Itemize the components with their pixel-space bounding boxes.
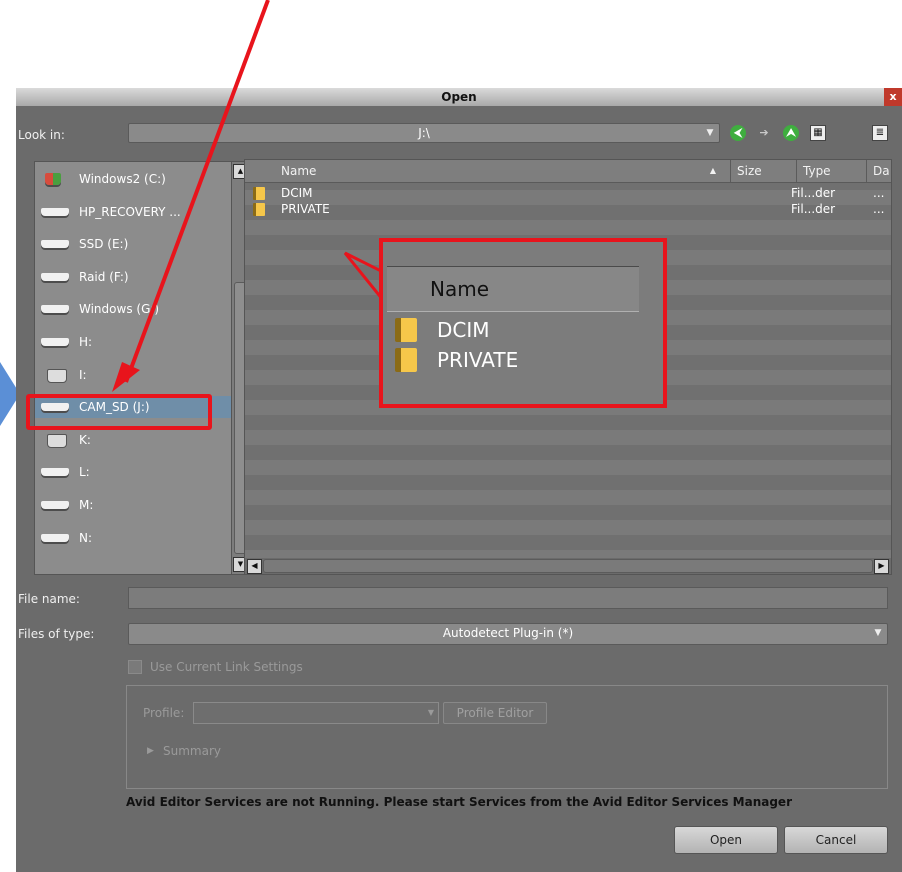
drive-label: I:: [79, 367, 87, 382]
cancel-button[interactable]: Cancel: [784, 826, 888, 854]
summary-expand-icon[interactable]: ▶: [147, 746, 154, 756]
look-in-label: Look in:: [18, 128, 65, 142]
zoom-inset: Name DCIM PRIVATE: [379, 238, 667, 408]
sort-ascending-icon: ▲: [709, 166, 716, 175]
folder-icon: [395, 318, 417, 342]
summary-label[interactable]: Summary: [163, 744, 221, 758]
drive-label: Windows2 (C:): [79, 172, 166, 186]
drive-item[interactable]: Windows2 (C:): [35, 168, 231, 190]
file-list-header: Name ▲ Size Type Da: [245, 160, 891, 183]
file-name-label: File name:: [18, 592, 80, 606]
file-list-hscrollbar[interactable]: ◀ ▶: [245, 558, 891, 574]
zoom-inset-row-label: PRIVATE: [437, 348, 519, 372]
open-button[interactable]: Open: [674, 826, 778, 854]
drive-label: L:: [79, 465, 90, 480]
hard-drive-icon: [41, 240, 69, 249]
up-folder-icon[interactable]: ⮝: [783, 125, 799, 141]
details-view-icon[interactable]: ≣: [872, 125, 888, 141]
drive-label: N:: [79, 530, 93, 545]
drive-item[interactable]: M:: [35, 494, 231, 516]
profile-editor-button[interactable]: Profile Editor: [443, 702, 547, 724]
hard-drive-icon: [41, 305, 69, 314]
file-type: Fil...der: [791, 202, 836, 216]
hard-drive-icon: [41, 501, 69, 509]
icon-view-icon[interactable]: ▦: [810, 125, 826, 141]
network-drive-icon: [47, 368, 67, 383]
file-name: PRIVATE: [281, 202, 330, 216]
column-size[interactable]: Size: [731, 160, 797, 182]
dialog-title: Open: [441, 90, 477, 104]
drive-label: Raid (F:): [79, 269, 129, 284]
scroll-thumb[interactable]: [263, 559, 873, 573]
profile-dropdown[interactable]: ▼: [193, 702, 439, 724]
file-date: ...: [873, 202, 885, 216]
chevron-down-icon: ▼: [706, 128, 714, 138]
network-drive-icon: [47, 433, 67, 448]
status-message: Avid Editor Services are not Running. Pl…: [126, 795, 792, 809]
chevron-down-icon: ▼: [427, 708, 434, 717]
look-in-value: J:\: [418, 126, 430, 140]
drive-item[interactable]: L:: [35, 461, 231, 483]
zoom-inset-row: DCIM: [391, 316, 641, 346]
hard-drive-icon: [41, 338, 69, 346]
zoom-inset-row: PRIVATE: [391, 346, 641, 376]
folder-icon: [253, 203, 265, 216]
hard-drive-icon: [41, 533, 69, 542]
drive-label: SSD (E:): [79, 237, 129, 252]
scroll-right-button[interactable]: ▶: [874, 559, 889, 574]
look-in-dropdown[interactable]: J:\ ▼: [128, 123, 720, 143]
link-settings-group: Profile: ▼ Profile Editor ▶ Summary: [126, 685, 888, 789]
files-of-type-value: Autodetect Plug-in (*): [442, 626, 574, 640]
drive-item[interactable]: N:: [35, 527, 231, 549]
column-name-label: Name: [281, 164, 317, 178]
drive-label: K:: [79, 432, 91, 447]
drive-item[interactable]: Windows (G:): [35, 298, 231, 320]
hard-drive-icon: [41, 272, 69, 281]
column-name[interactable]: Name ▲: [245, 160, 731, 182]
drive-item[interactable]: K:: [35, 429, 231, 451]
drive-label: HP_RECOVERY ...: [79, 204, 181, 219]
zoom-inset-header-label: Name: [430, 277, 490, 301]
hard-drive-icon: [41, 207, 69, 216]
drive-label: Windows (G:): [79, 302, 160, 317]
back-icon[interactable]: ⮜: [730, 125, 746, 141]
file-type: Fil...der: [791, 186, 836, 200]
hard-drive-icon: [41, 468, 69, 477]
folder-icon: [395, 348, 417, 372]
column-type[interactable]: Type: [797, 160, 867, 182]
close-button[interactable]: x: [884, 88, 902, 106]
files-of-type-dropdown[interactable]: Autodetect Plug-in (*) ▼: [128, 623, 888, 645]
use-current-link-settings-checkbox[interactable]: [128, 660, 142, 674]
use-current-link-settings-label: Use Current Link Settings: [150, 660, 303, 674]
drive-item[interactable]: H:: [35, 331, 231, 353]
scroll-left-button[interactable]: ◀: [247, 559, 262, 574]
folder-icon: [253, 187, 265, 200]
file-row[interactable]: DCIM Fil...der...: [245, 186, 885, 201]
title-bar: Open x: [16, 88, 902, 106]
profile-label: Profile:: [143, 706, 185, 720]
file-row[interactable]: PRIVATE Fil...der...: [245, 202, 885, 217]
file-date: ...: [873, 186, 885, 200]
drive-item[interactable]: SSD (E:): [35, 233, 231, 255]
drive-item[interactable]: HP_RECOVERY ...: [35, 201, 231, 223]
zoom-inset-header: Name: [387, 266, 639, 312]
file-name: DCIM: [281, 186, 313, 200]
windows-drive-icon: [45, 173, 61, 185]
drive-item[interactable]: Raid (F:): [35, 266, 231, 288]
drive-highlight-annotation: [26, 394, 212, 430]
drive-label: H:: [79, 335, 93, 349]
drive-list: Windows2 (C:) HP_RECOVERY ... SSD (E:) Raid…: [34, 161, 248, 575]
zoom-inset-row-label: DCIM: [437, 318, 490, 342]
files-of-type-label: Files of type:: [18, 627, 95, 641]
drive-label: M:: [79, 498, 94, 512]
drive-item[interactable]: I:: [35, 364, 231, 386]
open-dialog: Open x Look in: J:\ ▼ ⮜ ➔ ⮝ ▦ ≣ Windows2…: [16, 88, 902, 872]
column-date[interactable]: Da: [867, 160, 891, 182]
forward-icon[interactable]: ➔: [756, 125, 772, 141]
chevron-down-icon: ▼: [874, 628, 882, 638]
file-name-input[interactable]: [128, 587, 888, 609]
